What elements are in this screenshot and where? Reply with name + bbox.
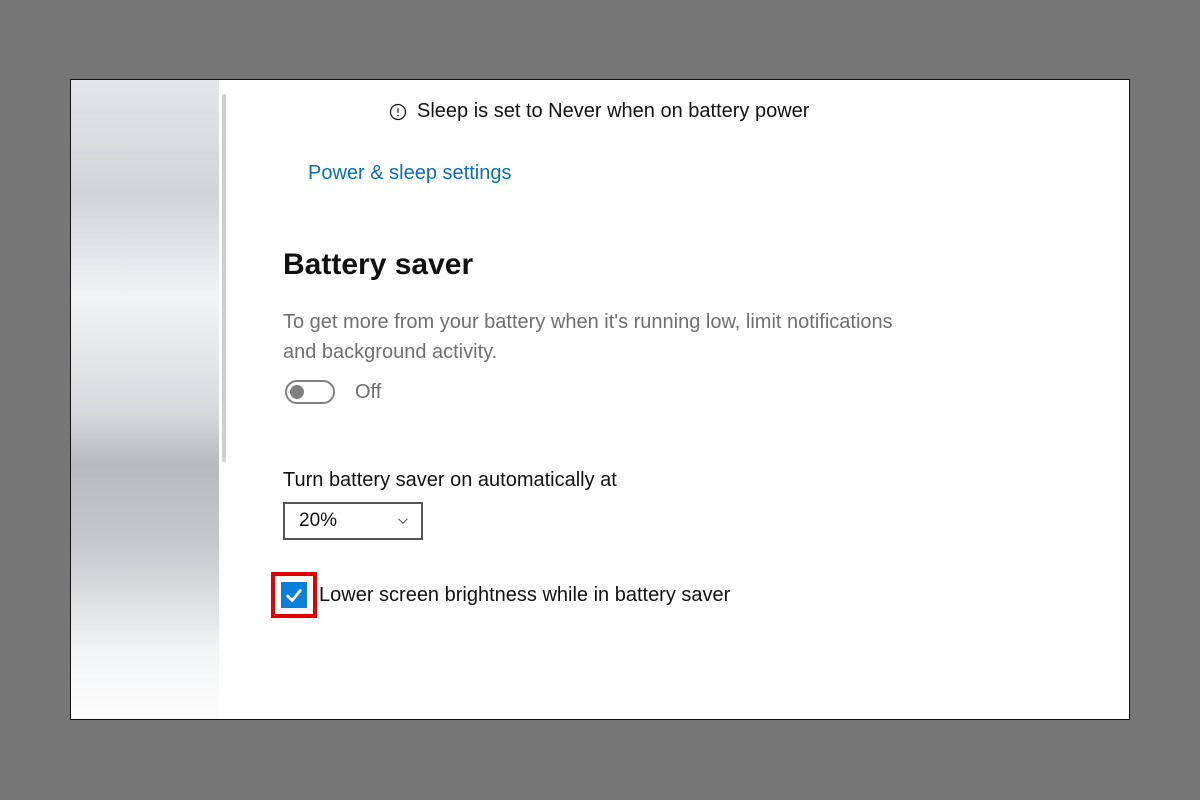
battery-saver-description: To get more from your battery when it's … <box>283 307 923 367</box>
scrollbar[interactable] <box>222 94 226 462</box>
sleep-notice: Sleep is set to Never when on battery po… <box>389 100 809 123</box>
battery-saver-toggle-row: Off <box>285 380 381 404</box>
battery-saver-toggle-state: Off <box>355 381 381 404</box>
content-pane: Sleep is set to Never when on battery po… <box>279 80 1129 719</box>
info-icon <box>389 103 407 121</box>
lower-brightness-checkbox[interactable] <box>281 582 307 608</box>
settings-window: Sleep is set to Never when on battery po… <box>70 79 1130 720</box>
lower-brightness-row: Lower screen brightness while in battery… <box>271 572 730 618</box>
auto-threshold-label: Turn battery saver on automatically at <box>283 469 617 492</box>
chevron-down-icon <box>385 512 421 530</box>
left-sidebar <box>71 80 219 719</box>
sleep-notice-text: Sleep is set to Never when on battery po… <box>417 100 809 123</box>
toggle-knob <box>290 385 304 399</box>
highlight-box <box>271 572 317 618</box>
auto-threshold-select[interactable]: 20% <box>283 502 423 540</box>
lower-brightness-label: Lower screen brightness while in battery… <box>319 584 730 607</box>
battery-saver-toggle[interactable] <box>285 380 335 404</box>
link-label: Power & sleep settings <box>308 162 511 184</box>
battery-saver-title: Battery saver <box>283 248 473 282</box>
auto-threshold-value: 20% <box>285 510 385 532</box>
power-sleep-settings-link[interactable]: Power & sleep settings <box>308 162 511 185</box>
